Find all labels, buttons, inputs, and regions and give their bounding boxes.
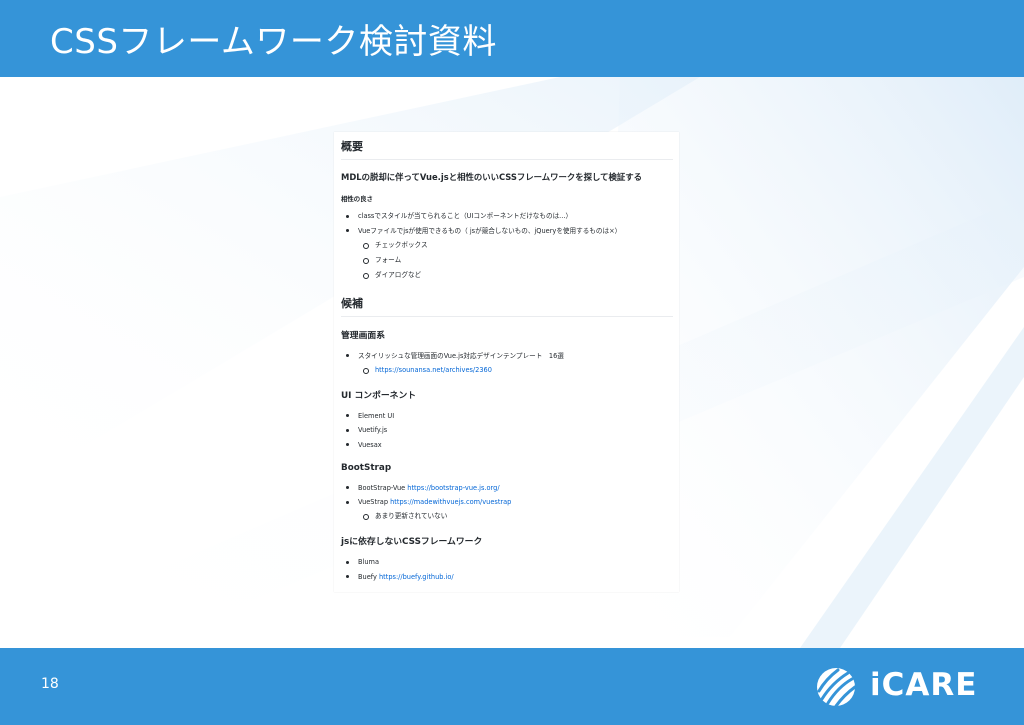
list-item: VueStrap https://madewithvuejs.com/vuest…	[341, 498, 673, 520]
bs1-link[interactable]: https://bootstrap-vue.js.org/	[407, 484, 499, 492]
list-item: BootStrap-Vue https://bootstrap-vue.js.o…	[341, 484, 673, 492]
list-item: classでスタイルが当てられること（UIコンポーネントだけなものは...）	[341, 212, 673, 220]
nojs2-link[interactable]: https://buefy.github.io/	[379, 573, 454, 581]
list-item: Buefy https://buefy.github.io/	[341, 573, 673, 581]
list-item: Vueファイルでjsが使用できるもの（ jsが競合しないもの、jQueryを使用…	[341, 227, 673, 279]
list-item: Vuesax	[341, 441, 673, 449]
bs2-sublist: あまり更新されていない	[358, 512, 673, 520]
compat-item-1: classでスタイルが当てられること（UIコンポーネントだけなものは...）	[358, 212, 573, 220]
nojs-heading: jsに依存しないCSSフレームワーク	[341, 537, 483, 547]
compat-sublist: チェックボックス フォーム ダイアログなど	[358, 241, 673, 279]
admin-sublist: https://sounansa.net/archives/2360	[358, 366, 673, 374]
page-number: 18	[41, 676, 59, 692]
compat-heading: 相性の良さ	[341, 195, 373, 203]
slide-footer: 18 iCARE	[0, 648, 1024, 725]
sub-list-item: チェックボックス	[358, 241, 673, 249]
bootstrap-list: BootStrap-Vue https://bootstrap-vue.js.o…	[341, 484, 673, 520]
slide-title: CSSフレームワーク検討資料	[50, 22, 497, 62]
ui-list: Element UI Vuetify.js Vuesax	[341, 412, 673, 449]
sub-list-item: あまり更新されていない	[358, 512, 673, 520]
bs1-name: BootStrap-Vue	[358, 483, 406, 492]
document-screenshot: 概要 MDLの脱却に伴ってVue.jsと相性のいいCSSフレームワークを探して検…	[334, 132, 679, 592]
nojs-list: Bluma Buefy https://buefy.github.io/	[341, 558, 673, 581]
ui-heading: UI コンポーネント	[341, 390, 417, 401]
bs2-name: VueStrap	[358, 498, 389, 506]
admin-list: スタイリッシュな管理画面のVue.js対応デザインテンプレート 16選 http…	[341, 352, 673, 374]
sub-list-item: https://sounansa.net/archives/2360	[358, 366, 673, 374]
globe-logo-icon	[817, 668, 857, 708]
admin-link[interactable]: https://sounansa.net/archives/2360	[375, 366, 492, 374]
bs2-link[interactable]: https://madewithvuejs.com/vuestrap	[390, 498, 511, 506]
overview-heading: 概要	[341, 138, 673, 160]
compat-list: classでスタイルが当てられること（UIコンポーネントだけなものは...） V…	[341, 212, 673, 279]
sub-list-item: ダイアログなど	[358, 271, 673, 279]
sub-list-item: フォーム	[358, 256, 673, 264]
brand-logo: iCARE	[814, 665, 994, 709]
candidates-heading: 候補	[341, 295, 673, 317]
list-item: Element UI	[341, 412, 673, 420]
slide-header: CSSフレームワーク検討資料	[0, 0, 1024, 77]
goal-statement: MDLの脱却に伴ってVue.jsと相性のいいCSSフレームワークを探して検証する	[341, 172, 643, 182]
admin-heading: 管理画面系	[341, 330, 385, 341]
list-item: Bluma	[341, 558, 673, 566]
compat-item-2: Vueファイルでjsが使用できるもの（ jsが競合しないもの、jQueryを使用…	[358, 226, 622, 235]
nojs2-name: Buefy	[358, 572, 377, 581]
list-item: スタイリッシュな管理画面のVue.js対応デザインテンプレート 16選 http…	[341, 352, 673, 374]
admin-item: スタイリッシュな管理画面のVue.js対応デザインテンプレート 16選	[358, 351, 564, 360]
list-item: Vuetify.js	[341, 426, 673, 434]
brand-name: iCARE	[870, 667, 978, 703]
bootstrap-heading: BootStrap	[341, 462, 392, 473]
